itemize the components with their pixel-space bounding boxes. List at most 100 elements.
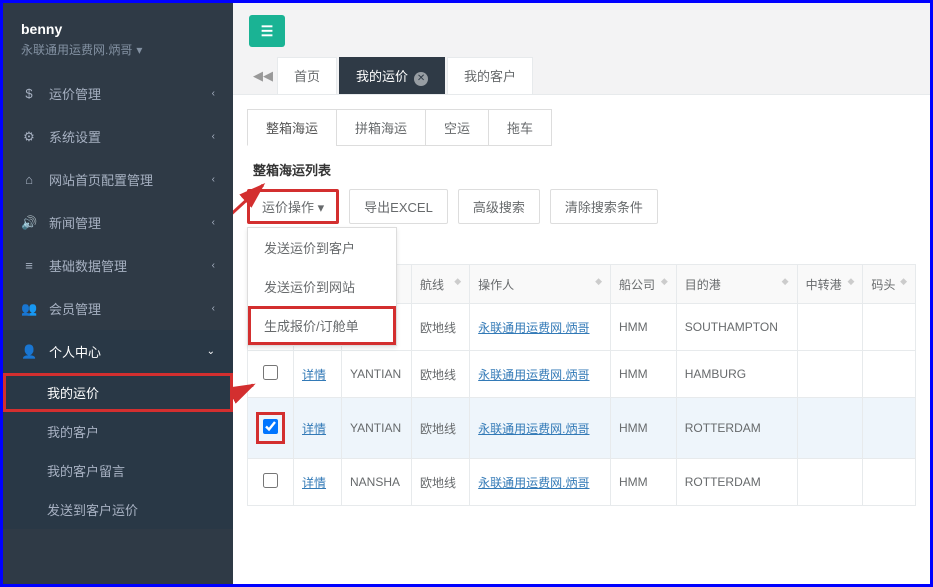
advanced-search-button[interactable]: 高级搜索 xyxy=(458,189,540,224)
dropdown-send-customer[interactable]: 发送运价到客户 xyxy=(248,228,396,267)
database-icon: ≡ xyxy=(21,258,37,273)
clear-search-button[interactable]: 清除搜索条件 xyxy=(550,189,658,224)
row-checkbox[interactable] xyxy=(263,365,278,380)
table-header-5[interactable]: 船公司◆ xyxy=(611,265,677,304)
hamburger-button[interactable]: ☰ xyxy=(249,15,285,47)
cell-dest: SOUTHAMPTON xyxy=(676,304,797,351)
export-excel-button[interactable]: 导出EXCEL xyxy=(349,189,448,224)
cell-dest: ROTTERDAM xyxy=(676,398,797,459)
tab-label: 我的运价 xyxy=(356,69,408,84)
detail-link[interactable]: 详情 xyxy=(302,476,326,490)
cell-route: 欧地线 xyxy=(412,398,470,459)
sidebar-sub-item-1[interactable]: 我的客户 xyxy=(3,412,233,451)
user-block[interactable]: benny 永联通用运费网.炳哥▾ xyxy=(3,3,233,72)
sidebar-item-label: 新闻管理 xyxy=(49,213,101,232)
cell-carrier: HMM xyxy=(611,459,677,506)
cell-transit xyxy=(797,304,863,351)
topbar: ☰ xyxy=(233,3,930,47)
dropdown-send-website[interactable]: 发送运价到网站 xyxy=(248,267,396,306)
sort-icon: ◆ xyxy=(847,276,854,287)
sidebar-item-2[interactable]: ⌂ 网站首页配置管理 ‹ xyxy=(3,158,233,201)
cell-terminal xyxy=(863,304,916,351)
caret-down-icon: ▾ xyxy=(318,200,325,215)
cell-port: YANTIAN xyxy=(342,398,412,459)
table-header-4[interactable]: 操作人◆ xyxy=(470,265,611,304)
rate-operation-dropdown: 发送运价到客户 发送运价到网站 生成报价/订舱单 xyxy=(247,227,397,346)
cell-dest: ROTTERDAM xyxy=(676,459,797,506)
table-header-6[interactable]: 目的港◆ xyxy=(676,265,797,304)
home-config-icon: ⌂ xyxy=(21,172,37,187)
chevron-icon: ‹ xyxy=(212,174,215,185)
tab-0[interactable]: 首页 xyxy=(277,57,337,94)
table-header-7[interactable]: 中转港◆ xyxy=(797,265,863,304)
toolbar: 运价操作 ▾ 导出EXCEL 高级搜索 清除搜索条件 发送运价到客户 发送运价到… xyxy=(247,189,916,224)
dropdown-generate-quote[interactable]: 生成报价/订舱单 xyxy=(248,306,396,345)
panel-title: 整箱海运列表 xyxy=(253,160,916,179)
cell-carrier: HMM xyxy=(611,351,677,398)
type-tab-0[interactable]: 整箱海运 xyxy=(247,109,337,146)
speaker-icon: 🔊 xyxy=(21,215,37,231)
sidebar-sub-item-2[interactable]: 我的客户留言 xyxy=(3,451,233,490)
sidebar-item-3[interactable]: 🔊新闻管理‹ xyxy=(3,201,233,244)
cell-carrier: HMM xyxy=(611,304,677,351)
cell-terminal xyxy=(863,398,916,459)
sidebar-item-label: 系统设置 xyxy=(49,127,101,146)
close-icon[interactable]: ✕ xyxy=(414,72,428,86)
sidebar-item-label: 个人中心 xyxy=(49,342,101,361)
user-name: benny xyxy=(21,21,215,37)
sort-icon: ◆ xyxy=(454,276,461,287)
caret-icon: ▾ xyxy=(136,43,142,57)
sort-icon: ◆ xyxy=(782,276,789,287)
cell-transit xyxy=(797,351,863,398)
sidebar-sub-item-0[interactable]: 我的运价 xyxy=(3,373,233,412)
sidebar-item-0[interactable]: $ 运价管理 ‹ xyxy=(3,72,233,115)
cell-route: 欧地线 xyxy=(412,304,470,351)
sidebar-item-4[interactable]: ≡基础数据管理‹ xyxy=(3,244,233,287)
table-row: 详情 YANTIAN欧地线永联通用运费网.炳哥 HMMROTTERDAM xyxy=(248,398,916,459)
type-tab-1[interactable]: 拼箱海运 xyxy=(336,109,426,146)
tab-2[interactable]: 我的客户 xyxy=(447,57,533,94)
sidebar-item-5[interactable]: 👥会员管理‹ xyxy=(3,287,233,330)
sidebar-item-1[interactable]: ⚙系统设置‹ xyxy=(3,115,233,158)
tab-back-button[interactable]: ◀◀ xyxy=(249,60,277,92)
table-header-8[interactable]: 码头◆ xyxy=(863,265,916,304)
tab-1[interactable]: 我的运价 ✕ xyxy=(339,57,445,94)
sidebar-item-6[interactable]: 👤个人中心⌄ xyxy=(3,330,233,373)
detail-link[interactable]: 详情 xyxy=(302,368,326,382)
cell-terminal xyxy=(863,351,916,398)
cell-operator-link[interactable]: 永联通用运费网.炳哥 xyxy=(478,368,589,382)
cell-operator-link[interactable]: 永联通用运费网.炳哥 xyxy=(478,422,589,436)
cell-dest: HAMBURG xyxy=(676,351,797,398)
type-tab-3[interactable]: 拖车 xyxy=(488,109,552,146)
currency-icon: $ xyxy=(21,86,37,101)
detail-link[interactable]: 详情 xyxy=(302,422,326,436)
chevron-icon: ‹ xyxy=(212,131,215,142)
cell-operator-link[interactable]: 永联通用运费网.炳哥 xyxy=(478,321,589,335)
rate-operation-button[interactable]: 运价操作 ▾ xyxy=(247,189,339,224)
type-tab-2[interactable]: 空运 xyxy=(425,109,489,146)
tabbar: ◀◀ 首页 我的运价 ✕ 我的客户 xyxy=(233,47,930,95)
cell-port: NANSHA xyxy=(342,459,412,506)
content: 整箱海运拼箱海运空运拖车 整箱海运列表 运价操作 ▾ 导出EXCEL 高级搜索 … xyxy=(233,95,930,584)
back-icon: ◀◀ xyxy=(253,68,273,84)
chevron-icon: ‹ xyxy=(212,260,215,271)
table-row: 详情 NANSHA欧地线永联通用运费网.炳哥 HMMROTTERDAM xyxy=(248,459,916,506)
sidebar-sub-item-3[interactable]: 发送到客户运价 xyxy=(3,490,233,529)
main: ☰ ◀◀ 首页 我的运价 ✕ 我的客户 整箱海运拼箱海运空运拖车 整箱海运列表 运价操… xyxy=(233,3,930,584)
hamburger-icon: ☰ xyxy=(261,23,274,40)
user-sub: 永联通用运费网.炳哥▾ xyxy=(21,41,215,58)
cell-port: YANTIAN xyxy=(342,351,412,398)
sort-icon: ◆ xyxy=(661,276,668,287)
row-checkbox[interactable] xyxy=(263,419,278,434)
cell-carrier: HMM xyxy=(611,398,677,459)
table-header-3[interactable]: 航线◆ xyxy=(412,265,470,304)
cell-operator-link[interactable]: 永联通用运费网.炳哥 xyxy=(478,476,589,490)
sidebar-item-label: 运价管理 xyxy=(49,84,101,103)
sidebar-item-label: 网站首页配置管理 xyxy=(49,170,153,189)
cell-terminal xyxy=(863,459,916,506)
cell-route: 欧地线 xyxy=(412,459,470,506)
tab-label: 首页 xyxy=(294,69,320,84)
row-checkbox[interactable] xyxy=(263,473,278,488)
cell-transit xyxy=(797,398,863,459)
chevron-icon: ‹ xyxy=(212,88,215,99)
